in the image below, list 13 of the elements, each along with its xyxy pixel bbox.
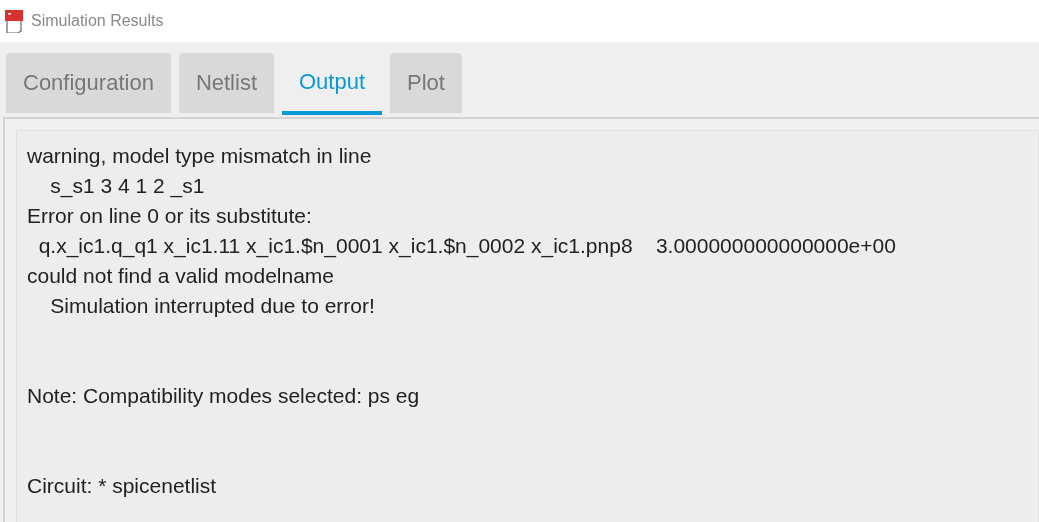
output-line: Note: Compatibility modes selected: ps eg — [27, 383, 420, 409]
output-line: q.x_ic1.q_q1 x_ic1.11 x_ic1.$n_0001 x_ic1.$n_0002 x_ic1.pnp8 3.000000000000000e+00 — [37, 233, 896, 260]
output-line: warning, model type mismatch in line — [27, 143, 372, 169]
output-line: Simulation interrupted due to error! — [49, 293, 375, 319]
window-title: Simulation Results — [31, 12, 164, 30]
tab[interactable]: Plot — [390, 53, 462, 113]
tab[interactable]: Netlist — [178, 53, 274, 113]
output-line: Error on line 0 or its substitute: — [27, 203, 312, 229]
tab[interactable]: Configuration — [6, 53, 171, 113]
output-line: Circuit: * spicenetlist — [27, 473, 217, 499]
output-line: s_s1 3 4 1 2 _s1 — [49, 173, 205, 200]
output-line: could not find a valid modelname — [27, 263, 335, 289]
app-icon — [5, 9, 25, 33]
